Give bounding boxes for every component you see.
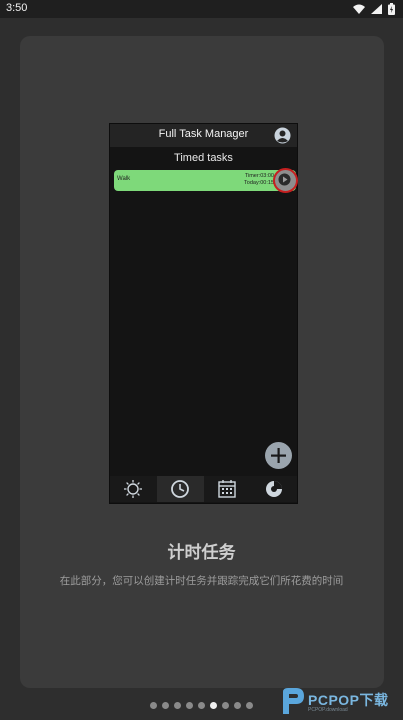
- status-bar: 3:50: [0, 0, 403, 18]
- task-row: Walk Timer:03:00 Today:00:15: [114, 168, 298, 193]
- app-preview: Full Task Manager Timed tasks Walk Timer…: [109, 123, 298, 504]
- nav-item-timed: [156, 476, 204, 502]
- preview-header: Full Task Manager: [110, 124, 297, 147]
- pie-chart-icon: [265, 481, 282, 497]
- page-dot[interactable]: [246, 702, 253, 709]
- nav-item-daily: [110, 476, 157, 502]
- add-task-button: [265, 442, 292, 469]
- play-button: [273, 168, 298, 193]
- task-today: Today:00:15: [244, 180, 274, 186]
- status-time: 3:50: [6, 2, 28, 14]
- page-dot[interactable]: [234, 702, 241, 709]
- page-dot[interactable]: [174, 702, 181, 709]
- nav-item-calendar: [204, 476, 251, 502]
- task-timer: Timer:03:00: [244, 173, 274, 179]
- wifi-icon: [353, 4, 365, 14]
- page-dot[interactable]: [198, 702, 205, 709]
- page-dot-active[interactable]: [210, 702, 217, 709]
- task-times: Timer:03:00 Today:00:15: [244, 173, 274, 187]
- watermark-subtext: PCPOP.download: [308, 707, 348, 713]
- play-icon: [278, 173, 291, 186]
- task-name: Walk: [117, 176, 131, 182]
- plus-icon: [271, 448, 286, 463]
- watermark: PCPOP下载 PCPOP.download: [280, 684, 403, 720]
- status-icons: [353, 3, 395, 15]
- page-dot[interactable]: [162, 702, 169, 709]
- preview-section-title: Timed tasks: [174, 152, 233, 164]
- signal-icon: [371, 4, 382, 14]
- page-dot[interactable]: [222, 702, 229, 709]
- feature-description: 在此部分，您可以创建计时任务并跟踪完成它们所花费的时间: [59, 575, 344, 587]
- nav-item-stats: [250, 476, 297, 502]
- feature-title: 计时任务: [167, 543, 236, 563]
- page-dot[interactable]: [186, 702, 193, 709]
- clock-icon: [171, 480, 190, 498]
- sun-icon: [124, 480, 143, 498]
- account-icon: [274, 127, 291, 144]
- calendar-icon: [218, 480, 236, 498]
- watermark-logo-icon: [283, 688, 304, 714]
- preview-bottom-nav: [110, 476, 297, 502]
- battery-icon: [388, 3, 395, 15]
- page-dot[interactable]: [150, 702, 157, 709]
- preview-app-title: Full Task Manager: [158, 128, 249, 140]
